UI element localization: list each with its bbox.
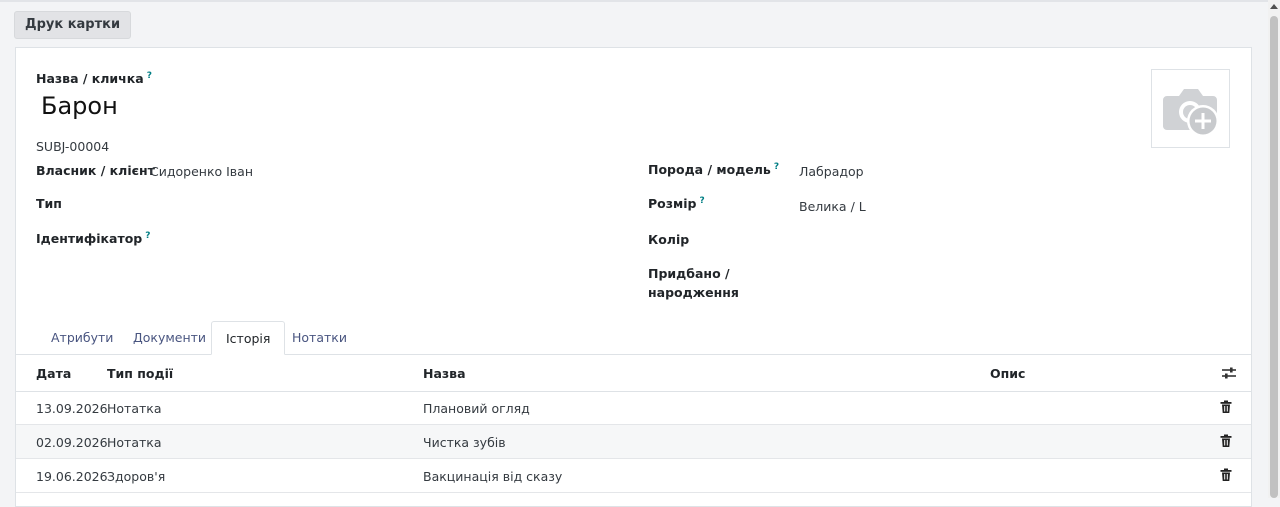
size-help-icon[interactable]: ? [699,196,704,206]
sliders-icon[interactable] [1221,366,1237,380]
row-name: Плановий огляд [423,401,530,416]
row-name: Чистка зубів [423,435,506,450]
breed-help-icon[interactable]: ? [774,162,779,172]
vertical-scrollbar[interactable] [1268,0,1280,498]
row-date: 02.09.2026 [36,435,108,450]
tab-documents[interactable]: Документи [119,321,220,354]
identifier-help-icon[interactable]: ? [145,231,150,241]
column-date[interactable]: Дата [36,366,71,381]
scroll-up-arrow-icon[interactable] [1270,4,1278,9]
row-date: 19.06.2026 [36,469,108,484]
print-card-button[interactable]: Друк картки [14,11,132,39]
identifier-label: Ідентифікатор? [36,231,151,247]
name-label: Назва / кличка? [36,71,152,87]
acquired-label-line2: народження [648,285,739,300]
trash-icon[interactable] [1219,434,1233,448]
trash-icon[interactable] [1219,468,1233,482]
size-label: Розмір? [648,196,705,212]
notebook-tabs: Атрибути Документи Історія Нотатки [16,321,1251,355]
top-border [0,0,1268,2]
table-row[interactable]: 19.06.2026 Здоров'я Вакцинація від сказу [16,459,1251,493]
row-event-type: Нотатка [107,435,162,450]
type-label: Тип [36,196,62,211]
breed-label: Порода / модель? [648,162,780,178]
tab-attributes[interactable]: Атрибути [37,321,127,354]
owner-label: Власник / клієнт [36,163,155,178]
form-sheet: Назва / кличка? Барон SUBJ-00004 Власник… [15,47,1252,507]
row-date: 13.09.2026 [36,401,108,416]
name-field[interactable]: Барон [41,92,118,120]
tab-notes[interactable]: Нотатки [278,321,361,354]
reference-code: SUBJ-00004 [36,139,110,154]
table-row[interactable]: 13.09.2026 Нотатка Плановий огляд [16,391,1251,425]
column-event-type[interactable]: Тип події [107,366,173,381]
photo-upload[interactable] [1151,69,1230,148]
column-description[interactable]: Опис [990,366,1025,381]
color-label: Колір [648,232,690,247]
row-name: Вакцинація від сказу [423,469,563,484]
acquired-label-line1: Придбано / [648,266,730,281]
name-help-icon[interactable]: ? [147,71,152,81]
column-name[interactable]: Назва [423,366,466,381]
row-event-type: Здоров'я [107,469,166,484]
owner-field[interactable]: Сидоренко Іван [150,164,253,179]
size-field[interactable]: Велика / L [799,199,866,214]
table-row[interactable]: 02.09.2026 Нотатка Чистка зубів [16,425,1251,459]
row-event-type: Нотатка [107,401,162,416]
table-header: Дата Тип події Назва Опис [16,355,1251,392]
tab-history[interactable]: Історія [211,321,286,355]
trash-icon[interactable] [1219,400,1233,414]
camera-plus-icon [1163,89,1219,137]
breed-field[interactable]: Лабрадор [799,164,864,179]
scrollbar-thumb[interactable] [1270,16,1278,498]
